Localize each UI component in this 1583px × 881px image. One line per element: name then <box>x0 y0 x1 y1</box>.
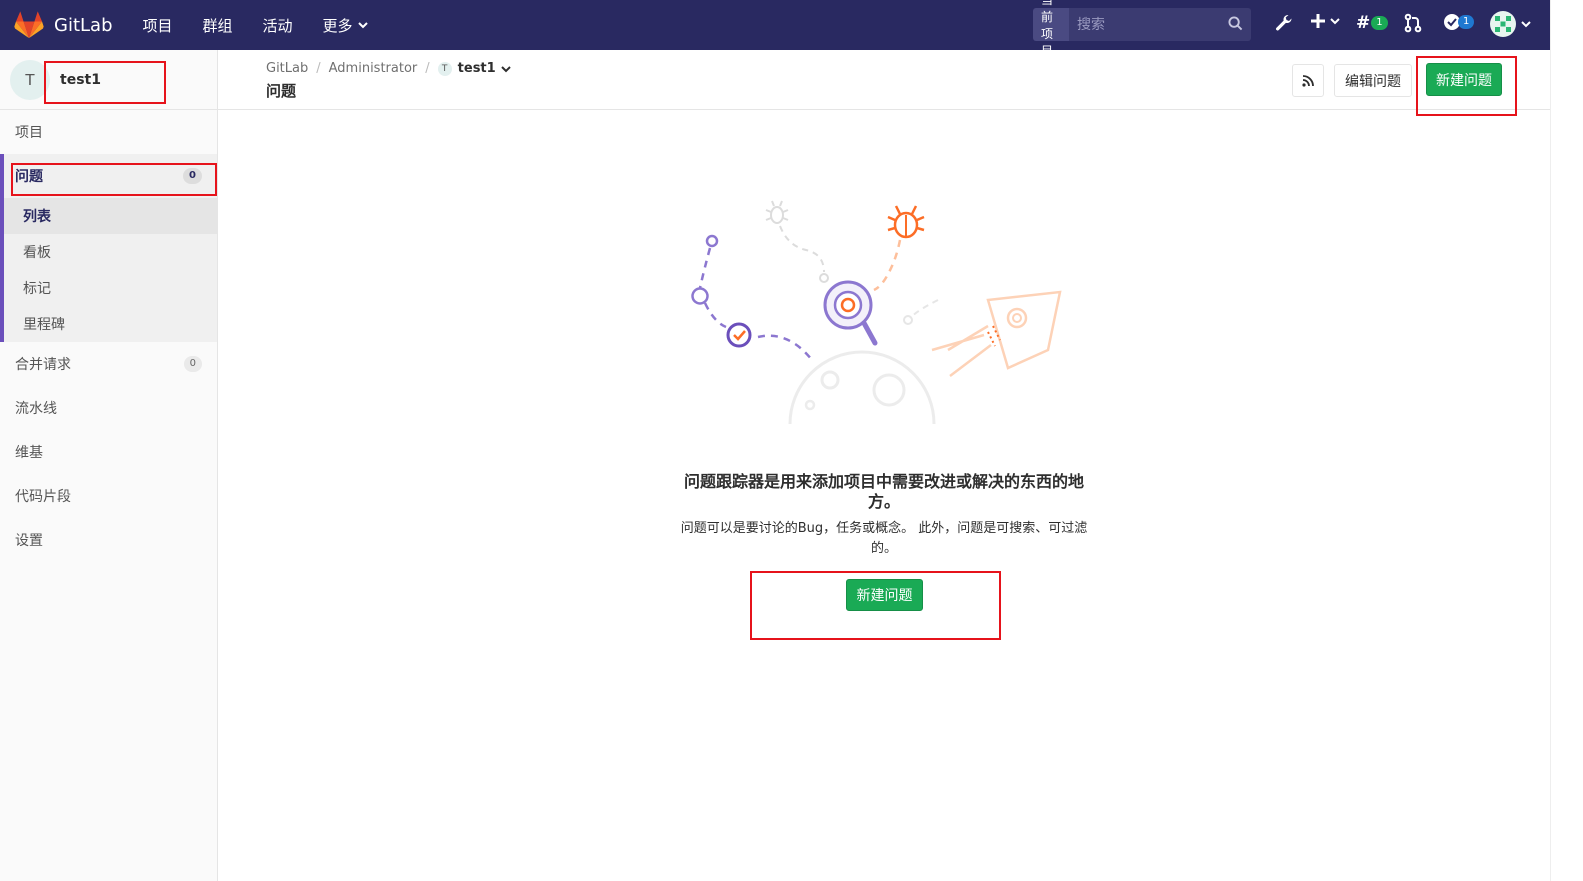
admin-area-wrench-icon[interactable] <box>1274 13 1294 33</box>
nav-activity[interactable]: 活动 <box>263 15 293 36</box>
search-input[interactable] <box>1069 8 1251 41</box>
search-box: 当前项目 <box>1033 0 1251 58</box>
merge-request-icon[interactable] <box>1404 13 1422 33</box>
nav-more[interactable]: 更多 <box>323 15 369 36</box>
chevron-down-icon[interactable] <box>500 63 512 75</box>
annotation-box-new-issue-top <box>1416 56 1517 116</box>
issues-shortcut[interactable]: # 1 <box>1356 13 1388 33</box>
sidebar-item-wiki[interactable]: 维基 <box>0 430 217 474</box>
rss-icon <box>1302 74 1314 87</box>
chevron-down-icon <box>1330 18 1340 25</box>
breadcrumb-administrator[interactable]: Administrator <box>329 61 418 76</box>
nav-groups[interactable]: 群组 <box>203 15 233 36</box>
sidebar-item-merge-requests-label: 合并请求 <box>15 357 71 373</box>
annotation-box-project-name <box>44 61 166 104</box>
empty-state-description: 问题可以是要讨论的Bug，任务或概念。 此外，问题是可搜索、可过滤的。 <box>680 521 1088 556</box>
breadcrumb-separator: / <box>425 61 430 76</box>
scrollbar[interactable] <box>1550 0 1568 881</box>
breadcrumb-gitlab[interactable]: GitLab <box>266 61 308 76</box>
sidebar-item-merge-requests[interactable]: 合并请求 0 <box>0 342 217 386</box>
tanuki-icon <box>14 11 44 39</box>
empty-state-title: 问题跟踪器是用来添加项目中需要改进或解决的东西的地方。 <box>683 472 1084 511</box>
nav-more-label: 更多 <box>322 16 353 35</box>
content-header: GitLab / Administrator / T test1 问题 编辑问题… <box>218 50 1550 110</box>
sidebar-item-pipelines[interactable]: 流水线 <box>0 386 217 430</box>
sidebar-item-settings[interactable]: 设置 <box>0 518 217 562</box>
breadcrumb-separator: / <box>316 61 321 76</box>
sidebar-subitem-boards[interactable]: 看板 <box>4 234 217 270</box>
annotation-box-new-issue-center <box>750 571 1001 640</box>
todos-count-badge: 1 <box>1458 15 1475 29</box>
todos-shortcut[interactable]: 1 <box>1443 13 1475 31</box>
user-menu[interactable] <box>1490 11 1532 37</box>
avatar <box>1490 11 1516 37</box>
chevron-down-icon <box>357 22 368 29</box>
nav-projects[interactable]: 项目 <box>143 15 173 36</box>
issues-count-badge: 1 <box>1371 16 1388 30</box>
new-dropdown-button[interactable] <box>1310 13 1341 29</box>
search-scope-badge[interactable]: 当前项目 <box>1033 0 1069 58</box>
rss-button[interactable] <box>1292 64 1324 97</box>
sidebar-item-project[interactable]: 项目 <box>0 110 217 154</box>
page-title: 问题 <box>266 82 297 100</box>
sidebar-subitem-list[interactable]: 列表 <box>4 198 217 234</box>
gitlab-logo[interactable]: GitLab <box>14 11 113 39</box>
breadcrumb-project[interactable]: test1 <box>458 61 496 76</box>
top-navbar: GitLab 项目 群组 活动 更多 当前项目 # 1 1 <box>0 0 1568 58</box>
issues-empty-illustration <box>691 200 1062 425</box>
brand-name: GitLab <box>54 14 113 36</box>
breadcrumb: GitLab / Administrator / T test1 <box>266 61 512 76</box>
chevron-down-icon <box>1521 21 1531 28</box>
plus-icon <box>1311 14 1325 28</box>
sidebar-subitem-labels[interactable]: 标记 <box>4 270 217 306</box>
search-icon <box>1228 16 1243 31</box>
breadcrumb-project-avatar: T <box>437 61 452 76</box>
sidebar-item-snippets[interactable]: 代码片段 <box>0 474 217 518</box>
merge-requests-count-badge: 0 <box>183 356 202 372</box>
edit-issues-button[interactable]: 编辑问题 <box>1334 64 1412 97</box>
annotation-box-issues <box>11 163 217 196</box>
hash-icon: # <box>1356 13 1371 33</box>
sidebar-subitem-milestones[interactable]: 里程碑 <box>4 306 217 342</box>
